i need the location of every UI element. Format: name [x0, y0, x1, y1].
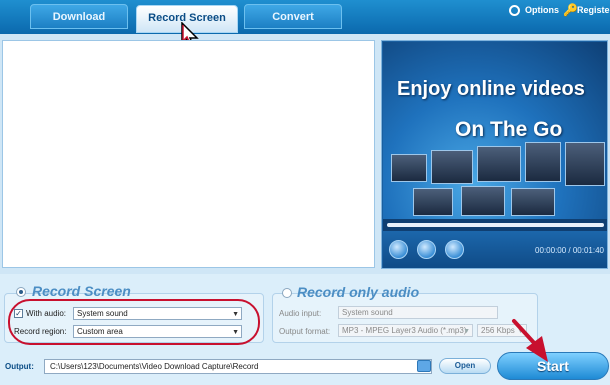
output-format-label: Output format: — [279, 327, 331, 336]
audio-input-label: Audio input: — [279, 309, 322, 318]
seek-bar[interactable] — [383, 219, 607, 231]
promo-image: Enjoy online videos On The Go — [383, 42, 607, 219]
time-readout: 00:00:00 / 00:01:40 — [535, 246, 604, 255]
video-preview: Enjoy online videos On The Go 00:00:00 /… — [381, 40, 608, 269]
play-icon[interactable] — [389, 240, 408, 259]
fullscreen-icon[interactable] — [445, 240, 464, 259]
record-audio-radio[interactable] — [282, 288, 292, 298]
video-thumbnail — [477, 146, 521, 182]
audio-input-field[interactable]: System sound — [338, 306, 498, 319]
key-icon[interactable]: 🔑 — [563, 3, 578, 17]
promo-subheadline: On The Go — [455, 118, 563, 141]
video-thumbnail — [511, 188, 555, 216]
record-screen-title: Record Screen — [32, 283, 131, 299]
tab-download[interactable]: Download — [30, 4, 128, 29]
gear-icon[interactable] — [509, 5, 520, 16]
video-thumbnail — [461, 186, 505, 216]
video-thumbnail — [525, 142, 561, 182]
register-link[interactable]: Registe — [577, 5, 610, 15]
output-path-field[interactable]: C:\Users\123\Documents\Video Download Ca… — [44, 359, 432, 374]
promo-headline: Enjoy online videos — [397, 78, 585, 100]
folder-icon[interactable] — [417, 360, 431, 372]
open-button[interactable]: Open — [439, 358, 491, 374]
top-tab-bar: Download Record Screen Convert Options 🔑… — [0, 0, 610, 34]
output-label: Output: — [5, 362, 34, 371]
highlight-oval — [8, 299, 260, 345]
options-link[interactable]: Options — [525, 5, 559, 15]
chevron-down-icon: ▼ — [463, 328, 470, 335]
output-format-select[interactable]: MP3 - MPEG Layer3 Audio (*.mp3) ▼ — [338, 324, 473, 337]
output-format-value: MP3 - MPEG Layer3 Audio (*.mp3) — [342, 326, 467, 335]
video-thumbnail — [431, 150, 473, 184]
video-thumbnail — [413, 188, 453, 216]
record-audio-title: Record only audio — [297, 284, 420, 300]
stop-icon[interactable] — [417, 240, 436, 259]
tab-convert[interactable]: Convert — [244, 4, 342, 29]
recording-list-panel — [2, 40, 375, 268]
player-controls: 00:00:00 / 00:01:40 — [383, 231, 607, 268]
video-thumbnail — [391, 154, 427, 182]
record-screen-radio[interactable] — [16, 287, 26, 297]
audio-input-value: System sound — [342, 308, 393, 317]
red-arrow-icon — [512, 319, 548, 362]
video-thumbnail — [565, 142, 605, 186]
